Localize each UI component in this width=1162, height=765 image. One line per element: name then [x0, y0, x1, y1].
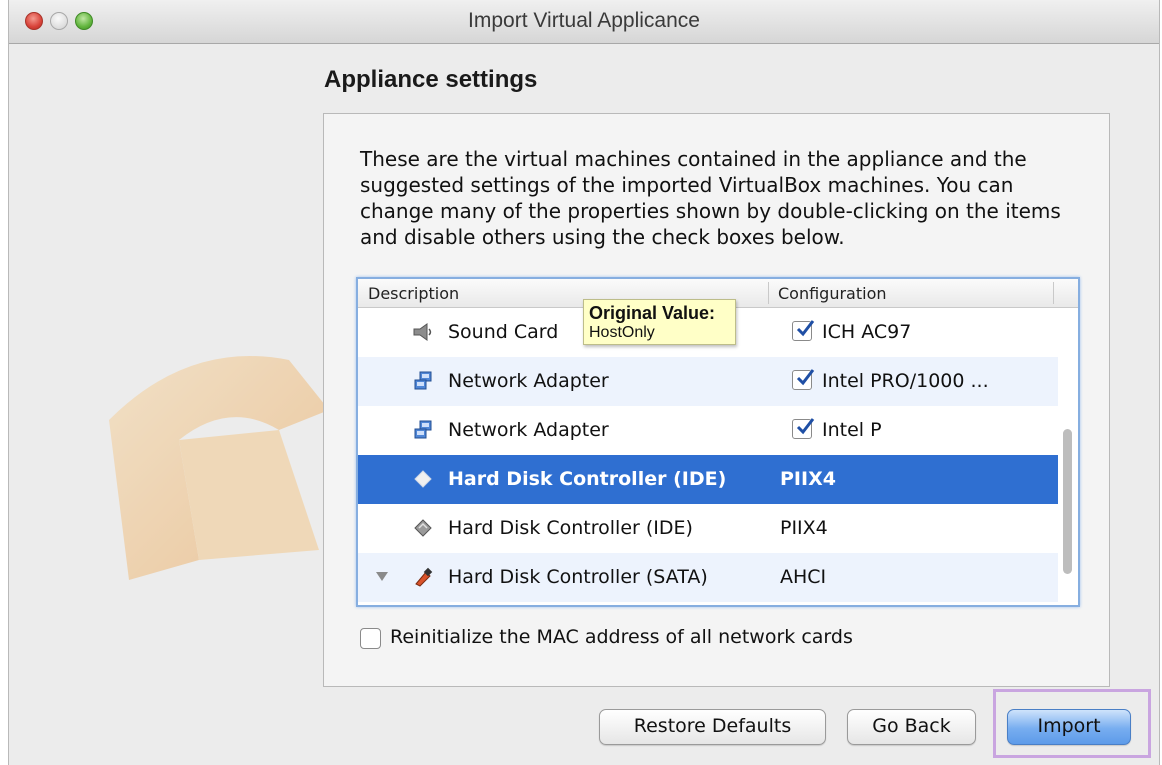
tooltip-title: Original Value: — [589, 303, 716, 323]
import-window: Import Virtual Applicance Appliance sett… — [8, 0, 1160, 765]
expand-triangle-icon[interactable] — [376, 572, 388, 581]
row-checkbox[interactable] — [792, 418, 815, 439]
column-header-configuration[interactable]: Configuration — [778, 284, 887, 303]
window-title: Import Virtual Applicance — [468, 9, 700, 32]
row-checkbox[interactable] — [792, 320, 815, 341]
tooltip-value: HostOnly — [589, 324, 655, 341]
row-value: ICH AC97 — [822, 321, 912, 343]
column-header-description[interactable]: Description — [368, 284, 459, 303]
tree-row[interactable]: Network Adapter Intel PRO/1000 ... — [358, 357, 1058, 406]
tree-row-selected[interactable]: Hard Disk Controller (IDE) PIIX4 — [358, 455, 1058, 504]
original-value-tooltip: Original Value: HostOnly — [583, 299, 736, 345]
network-adapter-icon — [414, 371, 432, 390]
row-value: Intel P — [822, 419, 882, 441]
description-text: These are the virtual machines contained… — [360, 147, 1061, 249]
sound-card-icon — [413, 323, 432, 341]
tree-scrollbar[interactable] — [1063, 429, 1072, 574]
row-value: Intel PRO/1000 ... — [822, 370, 989, 392]
column-separator — [768, 282, 769, 304]
tree-row[interactable]: Hard Disk Controller (SATA) AHCI — [358, 553, 1058, 602]
import-button[interactable]: Import — [1007, 709, 1131, 745]
row-label: Network Adapter — [448, 370, 609, 392]
row-label: Hard Disk Controller (IDE) — [448, 517, 693, 539]
sata-controller-icon — [415, 567, 433, 587]
disk-controller-icon — [414, 519, 432, 537]
row-label: Hard Disk Controller (SATA) — [448, 566, 708, 588]
row-value: PIIX4 — [780, 468, 836, 490]
disk-controller-icon — [414, 470, 432, 488]
title-bar: Import Virtual Applicance — [9, 0, 1159, 44]
network-adapter-icon — [414, 420, 432, 439]
row-checkbox[interactable] — [792, 369, 815, 390]
row-label: Sound Card — [448, 321, 559, 343]
row-value: PIIX4 — [780, 517, 828, 539]
row-value: AHCI — [780, 566, 827, 588]
settings-panel: These are the virtual machines contained… — [323, 113, 1110, 687]
row-label: Network Adapter — [448, 419, 609, 441]
restore-defaults-button[interactable]: Restore Defaults — [599, 709, 826, 745]
row-label: Hard Disk Controller (IDE) — [448, 468, 727, 490]
tree-row[interactable]: Hard Disk Controller (IDE) PIIX4 — [358, 504, 1058, 553]
go-back-button[interactable]: Go Back — [847, 709, 976, 745]
tree-row[interactable]: Network Adapter Intel P — [358, 406, 1058, 455]
reinitialize-mac-checkbox[interactable] — [360, 628, 381, 649]
column-separator — [1053, 282, 1054, 304]
page-heading: Appliance settings — [324, 66, 538, 93]
reinitialize-mac-label[interactable]: Reinitialize the MAC address of all netw… — [390, 626, 853, 648]
